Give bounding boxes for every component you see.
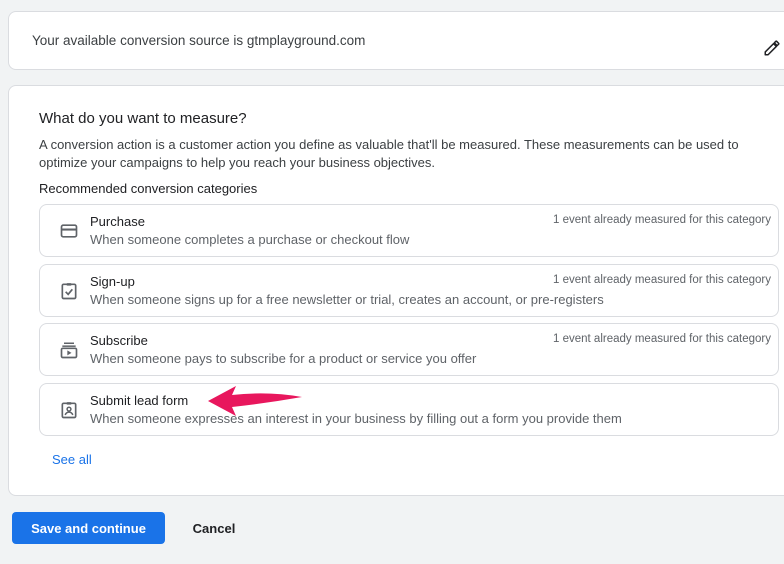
category-title: Sign-up (90, 274, 135, 289)
category-note: 1 event already measured for this catego… (553, 274, 771, 286)
measure-card: What do you want to measure? A conversio… (8, 85, 784, 496)
category-description: When someone pays to subscribe for a pro… (90, 351, 477, 366)
category-description: When someone completes a purchase or che… (90, 232, 410, 247)
category-purchase[interactable]: Purchase When someone completes a purcha… (39, 204, 779, 257)
category-note: 1 event already measured for this catego… (553, 333, 771, 345)
measure-description: A conversion action is a customer action… (39, 137, 739, 170)
save-and-continue-button[interactable]: Save and continue (12, 512, 165, 544)
category-title: Subscribe (90, 333, 148, 348)
measure-heading: What do you want to measure? (39, 110, 247, 127)
recommended-categories-label: Recommended conversion categories (39, 181, 258, 196)
pencil-icon[interactable] (760, 36, 784, 60)
see-all-link[interactable]: See all (52, 452, 92, 467)
category-description: When someone signs up for a free newslet… (90, 292, 604, 307)
category-submit-lead-form[interactable]: Submit lead form When someone expresses … (39, 383, 779, 436)
category-title: Purchase (90, 214, 145, 229)
conversion-source-card: Your available conversion source is gtmp… (8, 11, 784, 70)
category-subscribe[interactable]: Subscribe When someone pays to subscribe… (39, 323, 779, 376)
category-note: 1 event already measured for this catego… (553, 214, 771, 226)
category-sign-up[interactable]: Sign-up When someone signs up for a free… (39, 264, 779, 317)
subscriptions-icon (58, 339, 80, 361)
category-description: When someone expresses an interest in yo… (90, 411, 622, 426)
clipboard-check-icon (58, 280, 80, 302)
contact-form-icon (58, 399, 80, 421)
credit-card-icon (58, 220, 80, 242)
cancel-button[interactable]: Cancel (180, 512, 248, 544)
category-title: Submit lead form (90, 393, 189, 408)
conversion-source-text: Your available conversion source is gtmp… (32, 33, 366, 48)
